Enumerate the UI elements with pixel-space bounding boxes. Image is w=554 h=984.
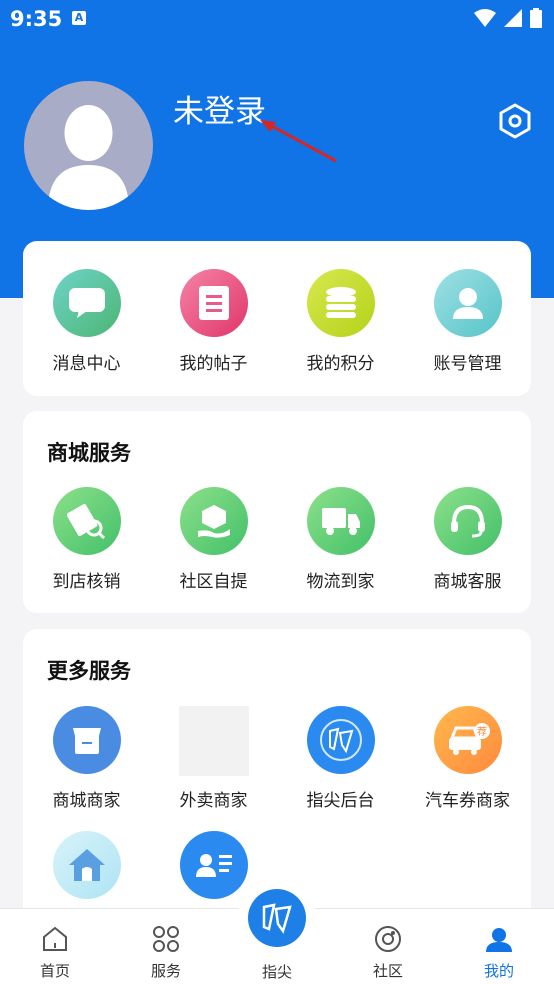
- profile-icon: [486, 928, 512, 952]
- wifi-icon: [474, 9, 496, 27]
- svg-text:荐: 荐: [477, 726, 487, 738]
- quick-item-label: 我的帖子: [179, 354, 248, 374]
- more-services-title: 更多服务: [47, 659, 131, 683]
- store-icon: [52, 706, 121, 774]
- mall-item-pickup[interactable]: 社区自提: [150, 487, 277, 592]
- headset-icon: [433, 487, 502, 555]
- status-time: 9:35: [10, 7, 63, 31]
- tab-label: 服务: [150, 962, 181, 980]
- tab-label: 我的: [483, 962, 514, 980]
- avatar[interactable]: [24, 81, 153, 210]
- tab-label: 社区: [372, 962, 403, 980]
- document-icon: [179, 269, 248, 337]
- mall-item-delivery[interactable]: 物流到家: [277, 487, 404, 592]
- id-card-icon: [179, 831, 248, 899]
- user-icon: [433, 269, 502, 337]
- grid-icon: [153, 926, 179, 952]
- more-item-label: 商城商家: [52, 791, 121, 811]
- more-item-house[interactable]: [23, 831, 150, 899]
- settings-gear-icon[interactable]: [498, 103, 532, 139]
- more-item-car-coupon[interactable]: 荐 汽车券商家: [404, 706, 531, 811]
- chat-bubble-icon: [52, 269, 121, 337]
- ticket-icon: [52, 487, 121, 555]
- quick-item-points[interactable]: 我的积分: [277, 269, 404, 374]
- house-icon: [52, 831, 121, 899]
- quick-item-label: 我的积分: [306, 354, 375, 374]
- car-coupon-icon: 荐: [433, 706, 502, 774]
- mall-services-card: 商城服务 到店核销 社区自提 物流到家 商城客服: [23, 411, 531, 613]
- mall-item-label: 社区自提: [179, 572, 248, 592]
- truck-icon: [306, 487, 375, 555]
- mall-item-label: 到店核销: [52, 572, 121, 592]
- more-item-mall-merchant[interactable]: 商城商家: [23, 706, 150, 811]
- mall-services-title: 商城服务: [47, 441, 131, 465]
- more-item-label: 汽车券商家: [425, 791, 510, 811]
- notification-a-icon: A: [72, 11, 86, 25]
- community-icon: [375, 926, 401, 952]
- mall-item-label: 物流到家: [306, 572, 375, 592]
- more-item-label: 指尖后台: [306, 791, 375, 811]
- blank-placeholder-icon: [178, 706, 249, 776]
- default-avatar-icon: [48, 105, 129, 210]
- quick-item-posts[interactable]: 我的帖子: [150, 269, 277, 374]
- mall-item-support[interactable]: 商城客服: [404, 487, 531, 592]
- login-status[interactable]: 未登录: [173, 86, 266, 131]
- more-item-label: 外卖商家: [179, 791, 248, 811]
- tab-services[interactable]: 服务: [111, 909, 221, 984]
- home-icon: [43, 926, 67, 951]
- status-bar: 9:35 A: [0, 0, 554, 40]
- battery-icon: [530, 8, 542, 28]
- tab-profile[interactable]: 我的: [444, 909, 554, 984]
- quick-item-account[interactable]: 账号管理: [404, 269, 531, 374]
- quick-actions-card: 消息中心 我的帖子 我的积分 账号管理: [23, 241, 531, 396]
- coins-icon: [306, 269, 375, 337]
- tab-community[interactable]: 社区: [333, 909, 443, 984]
- tab-label: 首页: [39, 962, 70, 980]
- quick-item-label: 消息中心: [52, 354, 121, 374]
- tab-home[interactable]: 首页: [0, 909, 110, 984]
- quick-item-label: 账号管理: [433, 354, 502, 374]
- package-hand-icon: [179, 487, 248, 555]
- signal-icon: [504, 9, 522, 27]
- app-logo-icon: [306, 706, 375, 774]
- annotation-arrow: [260, 120, 337, 163]
- mall-item-verify[interactable]: 到店核销: [23, 487, 150, 592]
- more-item-admin[interactable]: 指尖后台: [277, 706, 404, 811]
- more-item-takeout-merchant[interactable]: 外卖商家: [150, 706, 277, 811]
- app-logo-icon: [248, 889, 306, 947]
- quick-item-messages[interactable]: 消息中心: [23, 269, 150, 374]
- mall-item-label: 商城客服: [433, 572, 502, 592]
- tab-label: 指尖: [261, 963, 292, 981]
- tab-fingertip[interactable]: [237, 880, 317, 960]
